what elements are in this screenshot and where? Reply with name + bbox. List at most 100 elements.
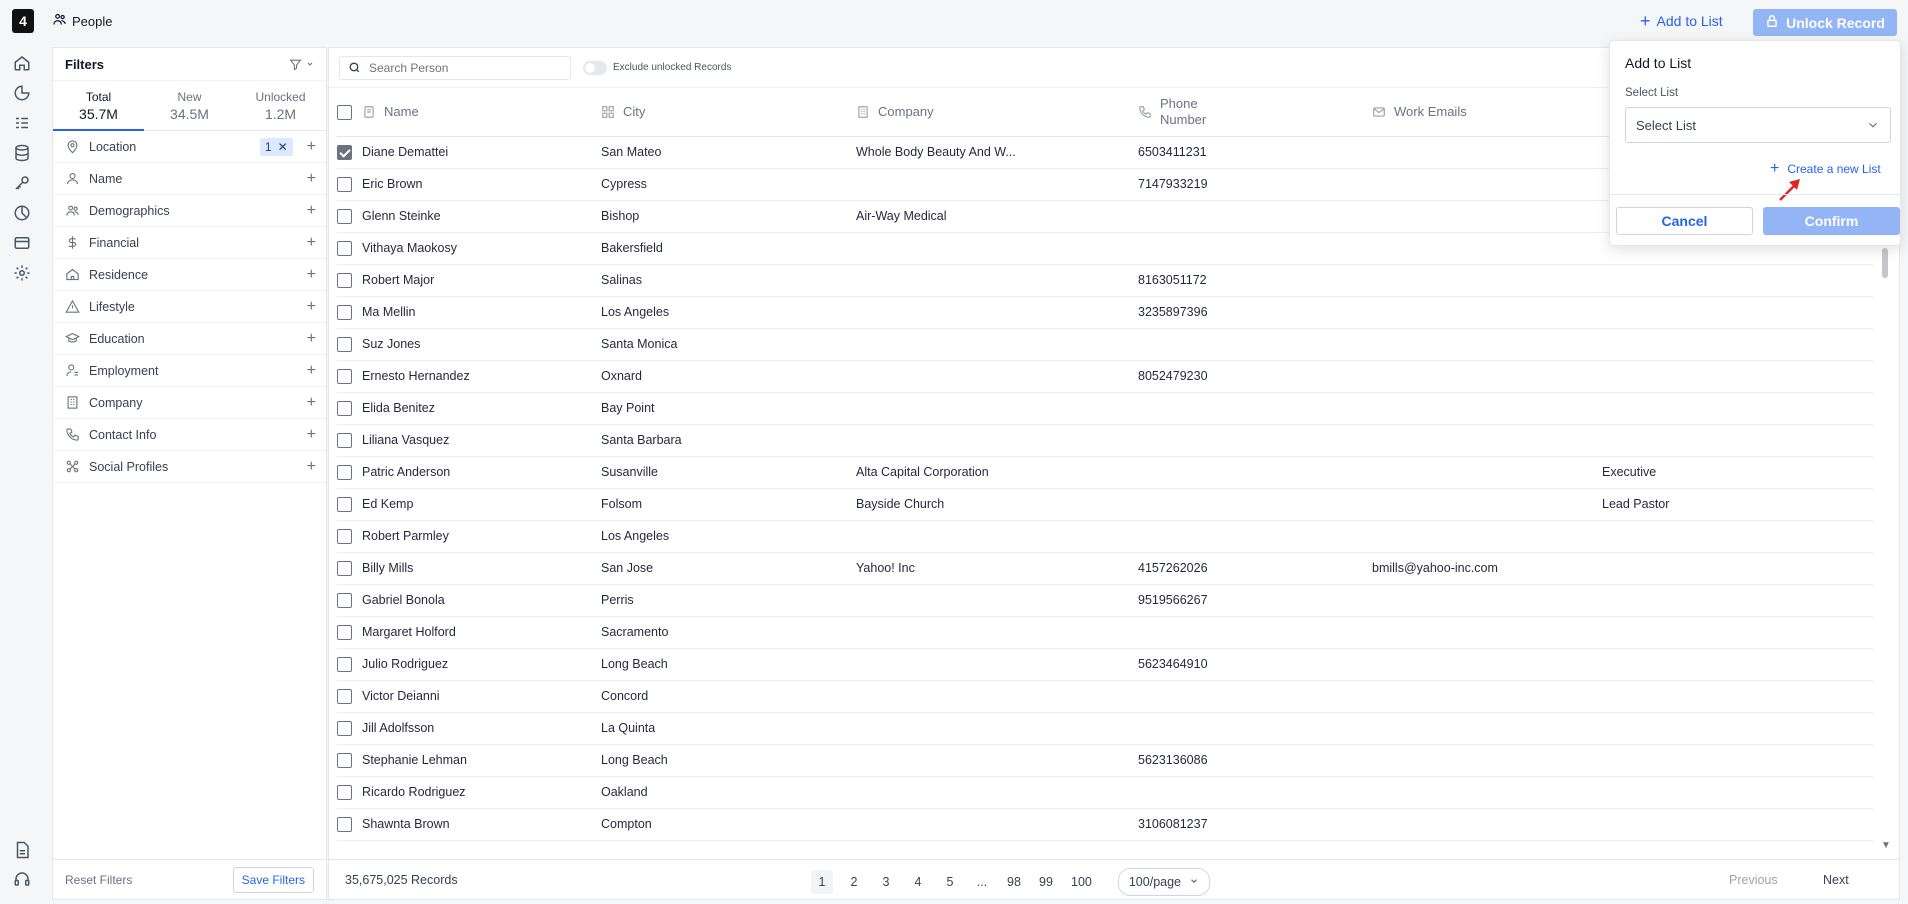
filter-item-contact-info[interactable]: Contact Info + <box>53 419 326 451</box>
table-row[interactable]: Elida Benitez Bay Point <box>337 392 1874 425</box>
row-checkbox[interactable] <box>337 336 352 352</box>
plus-icon[interactable]: + <box>307 330 316 348</box>
page-99-button[interactable]: 99 <box>1035 870 1057 894</box>
filter-item-financial[interactable]: Financial + <box>53 227 326 259</box>
row-checkbox[interactable] <box>337 784 352 800</box>
column-header-phone[interactable]: Phone Number <box>1160 96 1220 128</box>
row-checkbox[interactable] <box>337 560 352 576</box>
confirm-button[interactable]: Confirm <box>1763 207 1900 235</box>
table-row[interactable]: Shawnta Brown Compton 3106081237 <box>337 808 1874 841</box>
plus-icon[interactable]: + <box>307 458 316 476</box>
column-header-work-emails[interactable]: Work Emails <box>1394 104 1467 119</box>
plus-icon[interactable]: + <box>307 426 316 444</box>
table-row[interactable]: Julio Rodriguez Long Beach 5623464910 <box>337 648 1874 681</box>
list-icon[interactable] <box>13 114 31 132</box>
row-checkbox[interactable] <box>337 368 352 384</box>
gear-icon[interactable] <box>13 264 31 282</box>
row-checkbox[interactable] <box>337 144 352 160</box>
row-checkbox[interactable] <box>337 272 352 288</box>
plus-icon[interactable]: + <box>307 298 316 316</box>
filter-item-company[interactable]: Company + <box>53 387 326 419</box>
plus-icon[interactable]: + <box>307 202 316 220</box>
filter-item-lifestyle[interactable]: Lifestyle + <box>53 291 326 323</box>
analytics-icon[interactable] <box>13 204 31 222</box>
plus-icon[interactable]: + <box>307 138 316 156</box>
page-3-button[interactable]: 3 <box>875 870 897 894</box>
filter-item-social-profiles[interactable]: Social Profiles + <box>53 451 326 483</box>
key-icon[interactable] <box>13 174 31 192</box>
document-icon[interactable] <box>13 841 31 859</box>
select-list-dropdown[interactable]: Select List <box>1625 107 1891 143</box>
home-icon[interactable] <box>13 54 31 72</box>
row-checkbox[interactable] <box>337 240 352 256</box>
table-row[interactable]: Victor Deianni Concord <box>337 680 1874 713</box>
exclude-unlocked-toggle[interactable] <box>583 60 607 75</box>
row-checkbox[interactable] <box>337 432 352 448</box>
column-header-name[interactable]: Name <box>384 104 419 119</box>
row-checkbox[interactable] <box>337 304 352 320</box>
database-icon[interactable] <box>13 144 31 162</box>
headset-icon[interactable] <box>13 870 31 888</box>
save-filters-button[interactable]: Save Filters <box>232 866 314 893</box>
filter-item-demographics[interactable]: Demographics + <box>53 195 326 227</box>
filter-item-name[interactable]: Name + <box>53 163 326 195</box>
page-98-button[interactable]: 98 <box>1003 870 1025 894</box>
select-all-checkbox[interactable] <box>337 104 352 120</box>
row-checkbox[interactable] <box>337 752 352 768</box>
next-page-button[interactable]: Next <box>1823 873 1849 887</box>
table-row[interactable]: Ernesto Hernandez Oxnard 8052479230 <box>337 360 1874 393</box>
stat-new-tab[interactable]: New 34.5M <box>144 81 235 130</box>
cancel-button[interactable]: Cancel <box>1616 207 1753 235</box>
credit-card-icon[interactable] <box>13 234 31 252</box>
plus-icon[interactable]: + <box>307 234 316 252</box>
search-input[interactable] <box>369 60 559 75</box>
plus-icon[interactable]: + <box>307 394 316 412</box>
table-row[interactable]: Billy Mills San Jose Yahoo! Inc 4157262026 b… <box>337 552 1874 585</box>
scroll-down-arrow-icon[interactable]: ▼ <box>1881 840 1891 851</box>
vertical-scrollbar-thumb[interactable] <box>1882 248 1888 278</box>
filter-count-badge[interactable]: 1 ✕ <box>259 137 293 156</box>
stat-unlocked-tab[interactable]: Unlocked 1.2M <box>235 81 326 130</box>
table-row[interactable]: Margaret Holford Sacramento <box>337 616 1874 649</box>
table-row[interactable]: Liliana Vasquez Santa Barbara <box>337 424 1874 457</box>
reset-filters-button[interactable]: Reset Filters <box>65 873 132 887</box>
column-header-city[interactable]: City <box>623 104 645 119</box>
previous-page-button[interactable]: Previous <box>1729 873 1778 887</box>
plus-icon[interactable]: + <box>307 266 316 284</box>
table-row[interactable]: Suz Jones Santa Monica <box>337 328 1874 361</box>
filter-item-employment[interactable]: Employment + <box>53 355 326 387</box>
row-checkbox[interactable] <box>337 208 352 224</box>
page-100-button[interactable]: 100 <box>1067 870 1096 894</box>
add-to-list-button[interactable]: + Add to List <box>1640 12 1723 30</box>
plus-icon[interactable]: + <box>307 362 316 380</box>
row-checkbox[interactable] <box>337 592 352 608</box>
column-header-company[interactable]: Company <box>878 104 934 119</box>
row-checkbox[interactable] <box>337 400 352 416</box>
row-checkbox[interactable] <box>337 720 352 736</box>
row-checkbox[interactable] <box>337 624 352 640</box>
close-icon[interactable]: ✕ <box>278 140 288 154</box>
pie-chart-icon[interactable] <box>13 84 31 102</box>
table-row[interactable]: Stephanie Lehman Long Beach 5623136086 <box>337 744 1874 777</box>
row-checkbox[interactable] <box>337 656 352 672</box>
page-1-button[interactable]: 1 <box>811 870 833 894</box>
page-5-button[interactable]: 5 <box>939 870 961 894</box>
table-row[interactable]: Gabriel Bonola Perris 9519566267 <box>337 584 1874 617</box>
unlock-record-button[interactable]: Unlock Record <box>1753 9 1897 36</box>
table-row[interactable]: Jill Adolfsson La Quinta <box>337 712 1874 745</box>
filter-menu-button[interactable] <box>289 58 314 71</box>
table-row[interactable]: Robert Parmley Los Angeles <box>337 520 1874 553</box>
per-page-select[interactable]: 100/page <box>1117 868 1210 896</box>
plus-icon[interactable]: + <box>307 170 316 188</box>
page-2-button[interactable]: 2 <box>843 870 865 894</box>
row-checkbox[interactable] <box>337 464 352 480</box>
page-4-button[interactable]: 4 <box>907 870 929 894</box>
row-checkbox[interactable] <box>337 496 352 512</box>
row-checkbox[interactable] <box>337 528 352 544</box>
row-checkbox[interactable] <box>337 176 352 192</box>
filter-item-location[interactable]: Location 1 ✕ + <box>53 131 326 163</box>
filter-item-education[interactable]: Education + <box>53 323 326 355</box>
app-logo[interactable]: 4 <box>12 9 34 33</box>
table-row[interactable]: Ricardo Rodriguez Oakland <box>337 776 1874 809</box>
table-row[interactable]: Ma Mellin Los Angeles 3235897396 <box>337 296 1874 329</box>
